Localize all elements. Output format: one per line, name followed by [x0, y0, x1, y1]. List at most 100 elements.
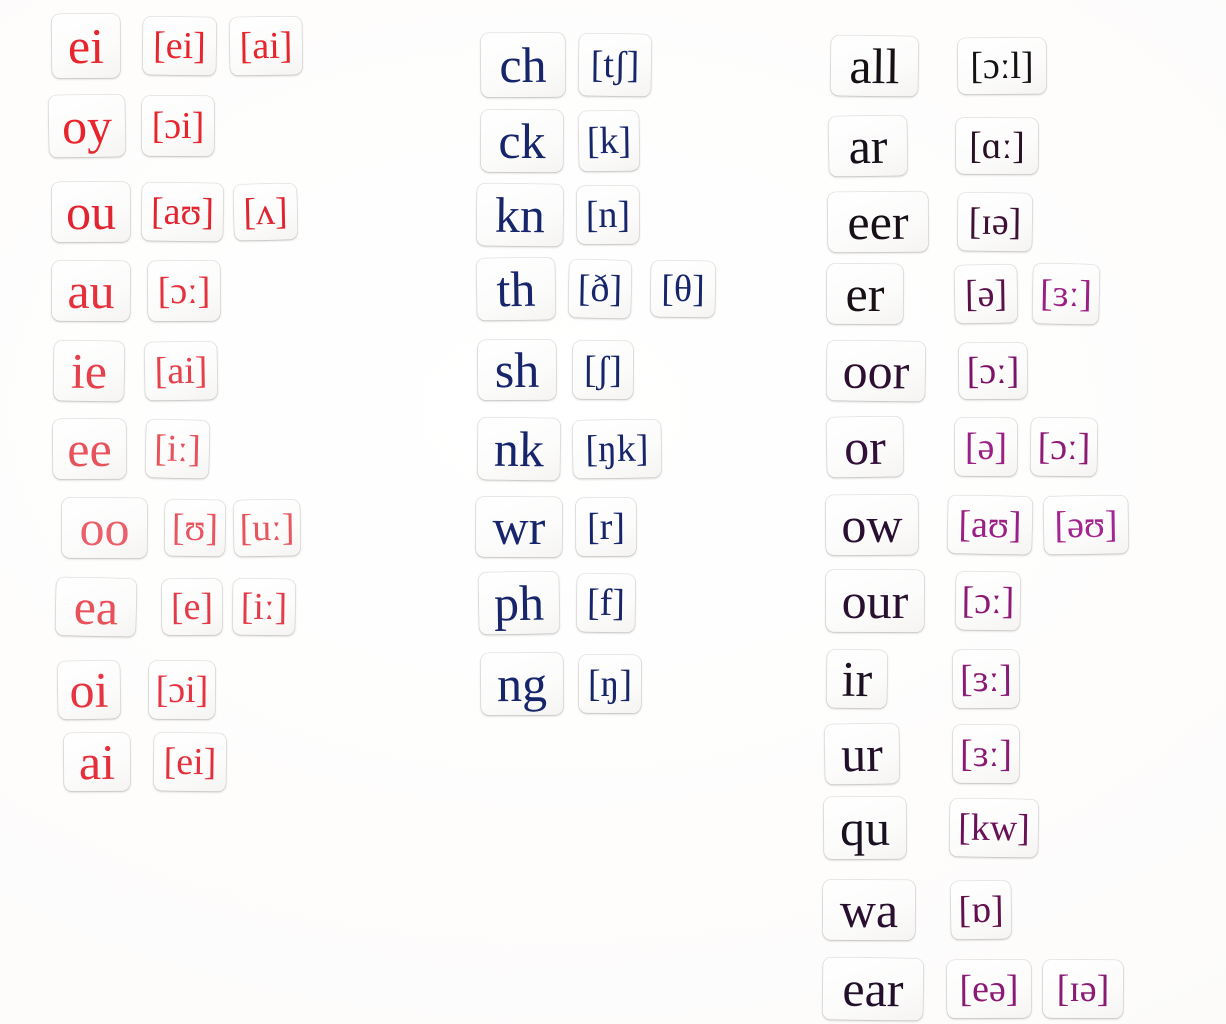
grapheme-tile[interactable]: au: [51, 260, 131, 322]
phoneme-tile[interactable]: [ei]: [142, 16, 217, 76]
phoneme-tile[interactable]: [əʊ]: [1043, 495, 1129, 555]
grapheme-tile[interactable]: ck: [480, 109, 564, 173]
phoneme-label: [ɜː]: [1039, 272, 1093, 316]
grapheme-label: ie: [70, 342, 108, 400]
grapheme-tile[interactable]: ow: [825, 494, 919, 556]
grapheme-label: kn: [494, 186, 546, 244]
grapheme-tile[interactable]: oy: [48, 94, 126, 158]
phoneme-tile[interactable]: [θ]: [650, 260, 716, 318]
grapheme-tile[interactable]: ear: [822, 957, 924, 1021]
tile-row: or [ə] [ɔː]: [826, 416, 1098, 478]
tile-row: th [ð] [θ]: [476, 257, 716, 321]
grapheme-tile[interactable]: oi: [57, 660, 121, 720]
grapheme-tile[interactable]: ou: [51, 181, 131, 243]
phoneme-label: [kw]: [957, 806, 1031, 850]
phoneme-tile[interactable]: [e]: [161, 578, 223, 636]
phoneme-tile[interactable]: [ʌ]: [233, 183, 298, 241]
phoneme-tile[interactable]: [ɪə]: [1042, 959, 1124, 1019]
grapheme-tile[interactable]: or: [826, 416, 904, 478]
phoneme-tile[interactable]: [tʃ]: [578, 33, 652, 97]
grapheme-tile[interactable]: ei: [51, 13, 121, 79]
phoneme-tile[interactable]: [uː]: [233, 499, 301, 557]
phoneme-tile[interactable]: [n]: [576, 185, 640, 245]
phoneme-tile[interactable]: [ə]: [954, 264, 1018, 324]
grapheme-tile[interactable]: ph: [478, 571, 560, 635]
phoneme-tile[interactable]: [ɜː]: [952, 649, 1020, 709]
phoneme-tile[interactable]: [kw]: [949, 798, 1039, 858]
grapheme-label: ck: [498, 112, 546, 170]
phoneme-tile[interactable]: [ai]: [144, 341, 218, 401]
phoneme-tile[interactable]: [ə]: [954, 417, 1018, 477]
tile-row: ee [iː]: [52, 418, 210, 480]
grapheme-tile[interactable]: th: [476, 257, 556, 321]
grapheme-label: ir: [841, 650, 873, 708]
phoneme-tile[interactable]: [f]: [576, 573, 636, 633]
phoneme-tile[interactable]: [aʊ]: [947, 495, 1033, 555]
grapheme-tile[interactable]: ar: [828, 115, 908, 177]
phoneme-tile[interactable]: [ei]: [153, 732, 227, 792]
phoneme-tile[interactable]: [iː]: [145, 419, 210, 479]
grapheme-tile[interactable]: wa: [822, 879, 916, 941]
phoneme-tile[interactable]: [ɪə]: [957, 192, 1033, 252]
phoneme-tile[interactable]: [ɔː]: [958, 342, 1028, 400]
phoneme-tile[interactable]: [ɔː]: [955, 571, 1021, 631]
phoneme-label: [k]: [586, 119, 632, 163]
phoneme-tile[interactable]: [ʃ]: [572, 340, 634, 400]
phoneme-tile[interactable]: [ð]: [568, 259, 632, 319]
phoneme-label: [iː]: [240, 585, 288, 629]
tile-row: oi [ɔi]: [57, 660, 216, 720]
grapheme-tile[interactable]: all: [830, 35, 919, 97]
grapheme-tile[interactable]: wr: [475, 496, 563, 558]
grapheme-tile[interactable]: ch: [480, 32, 566, 98]
phoneme-tile[interactable]: [ɜː]: [1032, 263, 1100, 325]
phoneme-tile[interactable]: [ɒ]: [950, 880, 1012, 940]
phoneme-label: [əʊ]: [1054, 503, 1118, 547]
grapheme-tile[interactable]: ur: [824, 723, 900, 785]
phoneme-tile[interactable]: [ɔi]: [141, 95, 215, 157]
grapheme-tile[interactable]: oo: [61, 497, 148, 559]
grapheme-tile[interactable]: ai: [63, 732, 131, 792]
grapheme-tile[interactable]: eer: [827, 191, 929, 253]
phoneme-tile[interactable]: [ɔː]: [1030, 417, 1098, 477]
grapheme-label: wr: [492, 498, 546, 556]
phoneme-tile[interactable]: [aʊ]: [141, 182, 224, 242]
phoneme-tile[interactable]: [iː]: [232, 578, 296, 636]
phoneme-tile[interactable]: [r]: [575, 497, 637, 557]
tile-row: ng [ŋ]: [480, 652, 642, 716]
phoneme-label: [ə]: [964, 425, 1008, 469]
grapheme-tile[interactable]: er: [826, 263, 904, 325]
phoneme-tile[interactable]: [ai]: [229, 16, 303, 76]
grapheme-tile[interactable]: oor: [826, 340, 926, 402]
phoneme-tile[interactable]: [ɑː]: [955, 117, 1039, 175]
grapheme-tile[interactable]: ir: [826, 649, 888, 709]
tile-row: au [ɔː]: [51, 260, 221, 322]
phoneme-tile[interactable]: [ɔi]: [148, 660, 216, 720]
grapheme-tile[interactable]: nk: [477, 417, 561, 481]
grapheme-label: wa: [839, 881, 899, 939]
grapheme-tile[interactable]: sh: [477, 339, 557, 401]
phoneme-tile[interactable]: [k]: [578, 110, 640, 172]
grapheme-tile[interactable]: our: [825, 569, 925, 633]
phoneme-tile[interactable]: [ɜː]: [952, 724, 1020, 784]
grapheme-tile[interactable]: ea: [55, 577, 137, 637]
phoneme-tile[interactable]: [ɔːl]: [957, 37, 1047, 95]
tile-row: ir [ɜː]: [826, 649, 1020, 709]
grapheme-label: oy: [61, 97, 113, 155]
grapheme-tile[interactable]: qu: [823, 796, 907, 860]
phoneme-tile[interactable]: [ŋ]: [578, 654, 642, 714]
grapheme-tile[interactable]: ng: [480, 652, 564, 716]
phoneme-tile[interactable]: [ɔː]: [147, 260, 221, 322]
phoneme-tile[interactable]: [eə]: [946, 959, 1032, 1019]
grapheme-tile[interactable]: ie: [53, 340, 125, 402]
grapheme-label: ur: [840, 725, 884, 783]
tile-row: wa [ɒ]: [822, 879, 1012, 941]
phoneme-label: [ɔː]: [1037, 425, 1091, 469]
grapheme-tile[interactable]: ee: [52, 418, 127, 480]
grapheme-tile[interactable]: kn: [476, 183, 564, 247]
phoneme-tile[interactable]: [ʊ]: [164, 499, 226, 557]
phoneme-label: [ʌ]: [242, 190, 289, 234]
phoneme-tile[interactable]: [ŋk]: [572, 419, 662, 479]
phoneme-label: [eə]: [959, 967, 1019, 1011]
tile-row: all [ɔːl]: [830, 35, 1047, 97]
phoneme-label: [e]: [170, 585, 214, 629]
